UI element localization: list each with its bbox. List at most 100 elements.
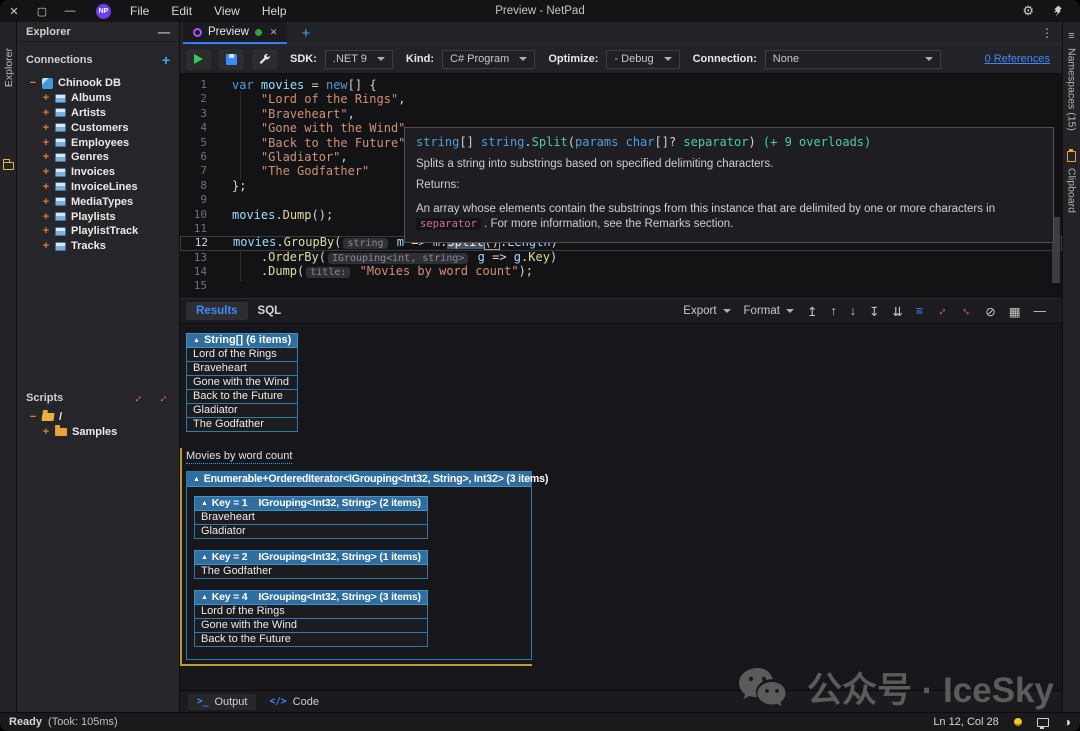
kind-dropdown[interactable]: C# Program [442,50,535,69]
menu-view[interactable]: View [203,4,251,18]
tab-output[interactable]: >_ Output [188,694,256,710]
scroll-bottom-icon[interactable]: ↧ [869,304,879,319]
tab-code[interactable]: </> Code [260,694,327,710]
code-line-2[interactable]: 2 "Lord of the Rings", [180,92,1062,106]
sidebar-table-tracks[interactable]: +Tracks [29,239,179,254]
table-row: Gladiator [187,404,298,418]
expand-icon[interactable]: + [42,426,50,438]
scripts-samples-folder[interactable]: + Samples [29,424,179,439]
clipboard-tab[interactable]: Clipboard [1066,168,1078,213]
references-link[interactable]: 0 References [985,53,1050,65]
expand-icon[interactable]: + [42,181,50,193]
pin-icon[interactable] [1052,5,1064,17]
add-connection-icon[interactable]: + [162,52,170,68]
collapse-explorer-icon[interactable]: — [158,25,170,39]
sidebar-table-playlisttrack[interactable]: +PlaylistTrack [29,224,179,239]
sidebar-table-customers[interactable]: +Customers [29,120,179,135]
table-row: Braveheart [195,511,428,525]
grid-panel-icon[interactable]: ▦ [1009,304,1021,319]
code-line-13[interactable]: 13 .OrderBy(IGrouping<int, string> g => … [180,251,1062,265]
clear-results-icon[interactable]: ⊘ [985,304,995,319]
scripts-root-folder[interactable]: − / [29,410,179,425]
optimize-value: - Debug [614,53,653,65]
expand-icon[interactable]: + [42,196,50,208]
window-maximize-icon[interactable]: ▢ [28,5,56,18]
lightbulb-icon[interactable] [1014,718,1022,726]
new-tab-button[interactable]: + [301,25,310,42]
sidebar-table-employees[interactable]: +Employees [29,135,179,150]
connection-dropdown[interactable]: None [765,50,941,69]
netpad-logo: NP [96,4,111,19]
optimize-dropdown[interactable]: - Debug [606,50,679,69]
folder-icon[interactable] [3,162,14,170]
sidebar-table-mediatypes[interactable]: +MediaTypes [29,194,179,209]
window-close-icon[interactable]: ✕ [0,5,28,18]
collapse-all-icon[interactable]: ↔ [154,389,170,405]
expand-icon[interactable]: + [42,225,50,237]
expand-icon[interactable]: + [42,122,50,134]
tab-preview[interactable]: Preview ✕ [183,22,287,44]
code-line-1[interactable]: 1var movies = new[] { [180,78,1062,92]
expand-icon[interactable]: + [42,92,50,104]
line-number: 7 [180,164,207,178]
save-button[interactable] [219,49,244,70]
sidebar-table-playlists[interactable]: +Playlists [29,209,179,224]
window-minimize-icon[interactable]: — [56,5,84,17]
expand-icon[interactable]: + [42,107,50,119]
string-table-header[interactable]: ▲String[] (6 items) [187,334,298,348]
tab-sql[interactable]: SQL [248,302,292,320]
group-type: IGrouping<Int32, String> (3 items) [258,591,420,603]
format-dropdown[interactable]: Format [744,305,794,317]
sort-asc-icon: ▲ [193,476,200,483]
tab-close-icon[interactable]: ✕ [270,27,278,38]
collapse-all-results-icon[interactable]: ⇊ [892,304,902,319]
tab-results[interactable]: Results [186,302,248,320]
cursor-position[interactable]: Ln 12, Col 28 [933,716,998,728]
expand-icon[interactable]: + [42,211,50,223]
group-header[interactable]: ▲Key = 2IGrouping<Int32, String> (1 item… [195,551,428,565]
menu-edit[interactable]: Edit [160,4,203,18]
sdk-dropdown[interactable]: .NET 9 [325,50,393,69]
code-line-15[interactable]: 15 [180,279,1062,293]
expand-icon[interactable]: + [42,137,50,149]
arrow-down-icon[interactable]: ↓ [850,304,856,318]
activity-explorer-tab[interactable]: Explorer [3,48,15,87]
sidebar-table-invoices[interactable]: +Invoices [29,165,179,180]
arrow-up-icon[interactable]: ↑ [830,304,836,318]
export-dropdown[interactable]: Export [683,305,730,317]
expand-icon[interactable]: + [42,151,50,163]
expand-all-icon[interactable]: ↔ [129,389,145,405]
shrink-pane-icon[interactable]: ↔ [958,303,975,320]
sidebar-table-albums[interactable]: +Albums [29,91,179,106]
more-options-icon[interactable]: ⋮ [1041,26,1062,40]
expand-pane-icon[interactable]: ↔ [934,303,951,320]
monitor-icon[interactable] [1037,718,1049,727]
collapse-icon[interactable]: − [29,411,37,423]
chevron-down-icon [925,57,933,61]
theme-contrast-icon[interactable]: ◑ [1064,715,1071,729]
menu-file[interactable]: File [119,4,160,18]
code-line-14[interactable]: 14 .Dump(title: "Movies by word count"); [180,265,1062,279]
table-row: Lord of the Rings [187,348,298,362]
expand-icon[interactable]: + [42,166,50,178]
grouping-outer-header[interactable]: ▲Enumerable+OrderedIterator<IGrouping<In… [187,472,531,487]
table-icon [55,108,66,117]
scroll-top-icon[interactable]: ↥ [807,304,817,319]
expand-icon[interactable]: + [42,240,50,252]
group-header[interactable]: ▲Key = 1IGrouping<Int32, String> (2 item… [195,497,428,511]
namespaces-tab[interactable]: Namespaces (15) [1066,48,1078,131]
menu-help[interactable]: Help [251,4,298,18]
collapse-panel-icon[interactable]: — [1034,304,1047,318]
run-button[interactable] [186,49,211,70]
autoscroll-icon[interactable]: ≡ [916,304,923,318]
collapse-icon[interactable]: − [29,77,37,89]
sidebar-item-chinook-db[interactable]: − Chinook DB [29,76,179,91]
sidebar-table-invoicelines[interactable]: +InvoiceLines [29,180,179,195]
settings-gear-icon[interactable]: ⚙ [1022,3,1034,19]
group-header[interactable]: ▲Key = 4IGrouping<Int32, String> (3 item… [195,591,428,605]
code-line-3[interactable]: 3 "Braveheart", [180,107,1062,121]
sidebar-table-genres[interactable]: +Genres [29,150,179,165]
properties-button[interactable] [252,49,277,70]
sidebar-table-artists[interactable]: +Artists [29,106,179,121]
table-icon [55,182,66,191]
